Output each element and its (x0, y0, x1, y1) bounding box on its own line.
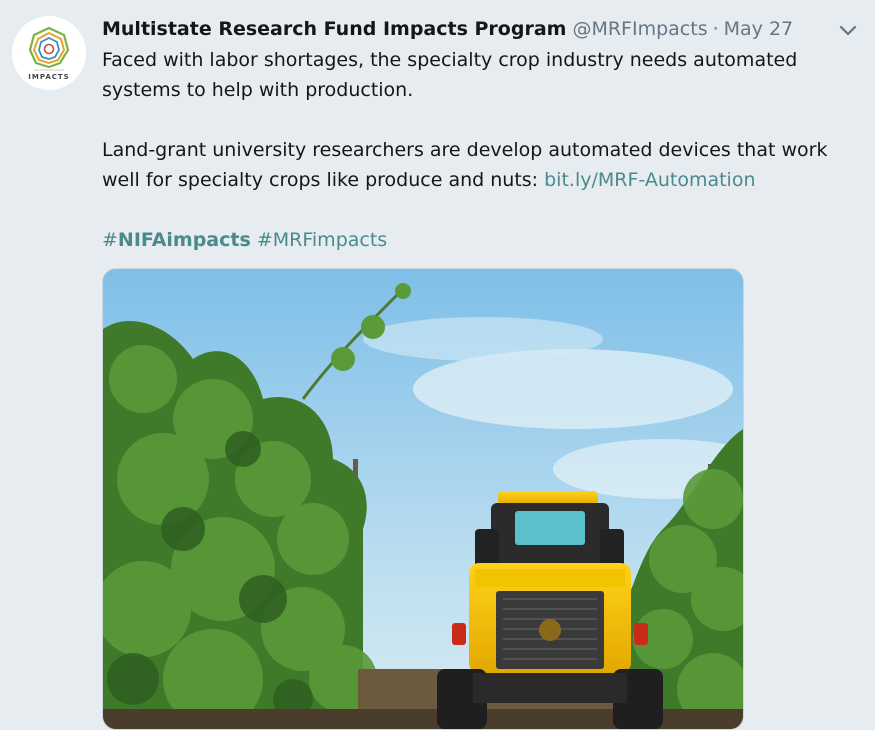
tweet-date[interactable]: May 27 (724, 14, 794, 44)
separator-dot: · (712, 18, 719, 40)
hashtag-symbol: # (102, 229, 118, 251)
tweet-header: Multistate Research Fund Impacts Program… (102, 14, 793, 44)
avatar[interactable]: IMPACTS (12, 16, 86, 90)
hashtag-nifaimpacts[interactable]: #NIFAimpacts (102, 229, 251, 251)
author-handle[interactable]: @MRFImpacts (572, 14, 707, 44)
author-name[interactable]: Multistate Research Fund Impacts Program (102, 14, 566, 44)
vineyard-tractor-photo (103, 269, 743, 729)
tweet-media-image[interactable] (102, 268, 744, 730)
impacts-logo: IMPACTS (12, 16, 86, 90)
hashtag-mrfimpacts[interactable]: #MRFimpacts (257, 229, 387, 251)
hashtag-word: NIFAimpacts (117, 229, 251, 251)
automation-link[interactable]: bit.ly/MRF-Automation (544, 169, 755, 191)
svg-text:IMPACTS: IMPACTS (28, 73, 69, 81)
tweet-paragraph-2: Land-grant university researchers are de… (102, 135, 862, 195)
tweet[interactable]: IMPACTS Multistate Research Fund Impacts… (0, 0, 875, 730)
hashtags: #NIFAimpacts #MRFimpacts (102, 225, 862, 255)
tweet-text: Faced with labor shortages, the specialt… (102, 45, 862, 255)
tweet-paragraph-1: Faced with labor shortages, the specialt… (102, 49, 798, 101)
chevron-down-icon[interactable] (836, 18, 860, 42)
